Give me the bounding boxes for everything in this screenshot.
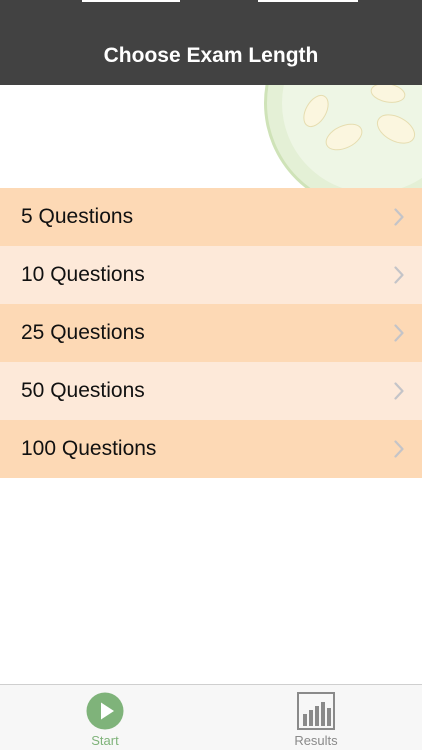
chevron-right-icon <box>394 208 404 226</box>
chevron-right-icon <box>394 440 404 458</box>
exam-option-25-questions[interactable]: 25 Questions <box>0 304 422 362</box>
chevron-right-icon <box>394 382 404 400</box>
tab-start-label: Start <box>91 733 119 748</box>
tab-results[interactable]: Results <box>246 685 386 751</box>
exam-option-10-questions[interactable]: 10 Questions <box>0 246 422 304</box>
page-title: Choose Exam Length <box>103 44 319 67</box>
exam-option-5-questions[interactable]: 5 Questions <box>0 188 422 246</box>
navigation-bar: Choose Exam Length <box>0 0 422 85</box>
play-icon <box>86 692 124 730</box>
status-bar-segment <box>258 0 358 2</box>
exam-option-50-questions[interactable]: 50 Questions <box>0 362 422 420</box>
exam-option-label: 25 Questions <box>21 321 145 344</box>
bar-chart-icon <box>297 692 335 730</box>
status-bar-segment <box>82 0 180 2</box>
tab-bar: Start Results <box>0 684 422 750</box>
exam-option-label: 100 Questions <box>21 437 157 460</box>
exam-option-label: 10 Questions <box>21 263 145 286</box>
exam-option-100-questions[interactable]: 100 Questions <box>0 420 422 478</box>
header-banner <box>0 85 422 188</box>
chevron-right-icon <box>394 324 404 342</box>
exam-length-list: 5 Questions 10 Questions 25 Questions 50… <box>0 188 422 478</box>
cucumber-slice-icon <box>264 85 422 188</box>
exam-option-label: 50 Questions <box>21 379 145 402</box>
exam-option-label: 5 Questions <box>21 205 134 228</box>
tab-start[interactable]: Start <box>35 685 175 751</box>
tab-results-label: Results <box>294 733 338 748</box>
chevron-right-icon <box>394 266 404 284</box>
